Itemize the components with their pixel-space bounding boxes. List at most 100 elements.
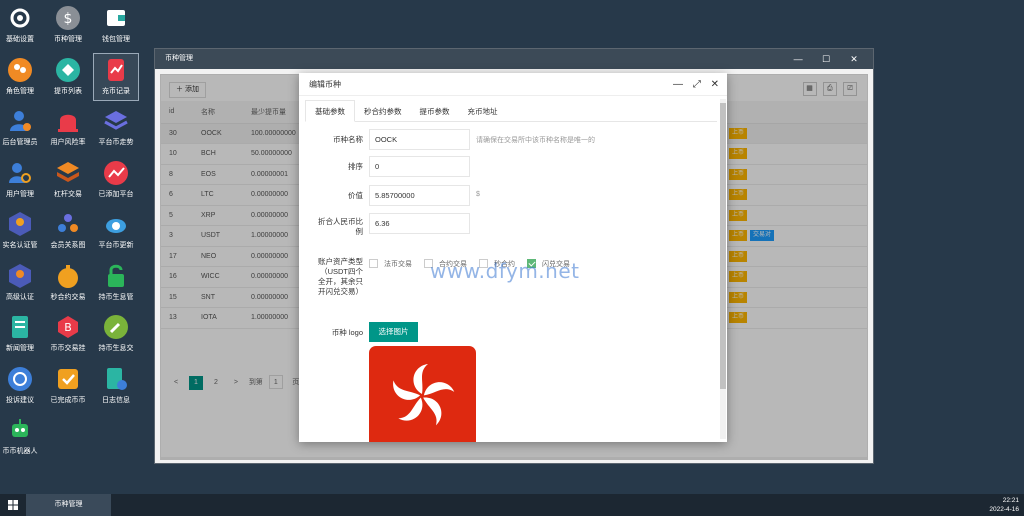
desktop-icon-label: 已添加平台 (98, 190, 134, 198)
taskbar-item-coin-management[interactable]: 币种管理 (26, 494, 111, 516)
clock-time: 22:21 (1002, 497, 1019, 504)
scrollbar-thumb[interactable] (720, 103, 726, 389)
tab-deposit-address[interactable]: 充币地址 (459, 101, 507, 123)
advanced-verify-icon (6, 262, 34, 290)
desktop-icon-log[interactable]: 日志信息 (94, 363, 138, 409)
stack-icon (54, 159, 82, 187)
windows-start-icon[interactable] (8, 500, 18, 510)
news-icon (6, 313, 34, 341)
checkbox-box (369, 259, 378, 268)
role-users-icon (6, 56, 34, 84)
desktop-icon-label: 杠杆交易 (54, 190, 82, 198)
desktop-icon-bitcoin[interactable]: B 币币交易挂 (46, 311, 90, 357)
desktop-icon-label: 平台币更新 (98, 242, 134, 249)
desktop-icon-advanced-verify[interactable]: 高级认证 (0, 260, 42, 306)
desktop-icon-label: 会员关系图 (50, 242, 86, 249)
dialog-minimize-icon[interactable]: — (673, 79, 683, 90)
price-input[interactable]: 5.85700000 (369, 185, 470, 206)
desktop-icon-layers[interactable]: 平台币走势 (94, 105, 138, 151)
robot-icon (6, 416, 34, 444)
layers-icon (102, 107, 130, 135)
desktop-icon-check-box[interactable]: 已完成币币 (46, 363, 90, 409)
desktop-icon-label: 持币生息管 (98, 293, 134, 301)
desktop-icon-label: 用户风险率 (50, 139, 86, 146)
logo-label: 币种 logo (331, 328, 363, 337)
coin-logo-image (369, 346, 476, 442)
coin-name-input[interactable]: OOCK (369, 129, 470, 150)
desktop-icon-alarm[interactable]: 用户风险率 (46, 105, 90, 151)
desktop-icon-admin-user[interactable]: 后台管理员 (0, 105, 42, 151)
desktop-icon-label: 实名认证管 (2, 242, 38, 249)
edit-coin-dialog: 编辑币种 — ⤢ ✕ 基础参数 秒合约参数 提币参数 充币地址 币种名称 OOCK 请… (299, 73, 727, 442)
user-search-icon (6, 159, 34, 187)
admin-user-icon (6, 107, 34, 135)
desktop-icon-stopwatch[interactable]: 秒合约交易 (46, 260, 90, 306)
dialog-close-icon[interactable]: ✕ (711, 79, 719, 90)
desktop-icon-label: 平台币走势 (98, 139, 134, 146)
desktop-icon-label: 币种管理 (54, 36, 82, 43)
desktop-icon-feedback[interactable]: 投诉建议 (0, 363, 42, 409)
choose-image-button[interactable]: 选择图片 (369, 322, 418, 342)
desktop-icon-label: 币币交易挂 (50, 345, 86, 352)
gear-icon (6, 4, 34, 32)
desktop-icon-label: 角色管理 (6, 87, 34, 95)
desktop-icon-user-search[interactable]: 用户管理 (0, 157, 42, 203)
taskbar-clock: 22:21 2022-4-16 (989, 496, 1019, 514)
desktop-icon-label: 投诉建议 (6, 396, 34, 404)
desktop-icon-dollar-coin[interactable]: $ 币种管理 (46, 2, 90, 48)
desktop-icon-hammer[interactable]: 持币生息交 (94, 311, 138, 357)
dollar-coin-icon: $ (54, 4, 82, 32)
window-titlebar[interactable]: 币种管理 — ☐ ✕ (155, 49, 873, 69)
sort-input[interactable]: 0 (369, 156, 470, 177)
desktop-icon-robot[interactable]: 币币机器人 (0, 414, 42, 460)
desktop-icon-label: 高级认证 (6, 293, 34, 301)
checkbox-fiat-trade[interactable]: 法币交易 (369, 259, 412, 269)
desktop-icon-stack[interactable]: 杠杆交易 (46, 157, 90, 203)
bauhinia-flower-icon (393, 364, 455, 426)
window-title: 币种管理 (165, 55, 193, 62)
dialog-scrollbar[interactable] (720, 99, 726, 439)
desktop-icon-news[interactable]: 新闻管理 (0, 311, 42, 357)
deposit-record-icon (102, 56, 130, 84)
coin-name-hint: 请确保在交易所中该币种名称是唯一的 (476, 137, 595, 144)
desktop-icon-lock[interactable]: 持币生息管 (94, 260, 138, 306)
clock-date: 2022-4-16 (989, 506, 1019, 513)
trend-icon (102, 159, 130, 187)
cny-ratio-input[interactable]: 6.36 (369, 213, 470, 234)
svg-text:B: B (64, 321, 72, 334)
tab-basic-params[interactable]: 基础参数 (305, 100, 355, 122)
stopwatch-icon (54, 262, 82, 290)
desktop-icon-label: 已完成币币 (50, 396, 86, 404)
desktop-icon-withdraw-list[interactable]: 提币列表 (46, 54, 90, 100)
desktop-icon-label: 用户管理 (6, 190, 34, 198)
tab-withdraw-params[interactable]: 提币参数 (411, 101, 459, 123)
check-box-icon (54, 365, 82, 393)
dialog-maximize-icon[interactable]: ⤢ (693, 79, 701, 90)
desktop-icon-wallet[interactable]: 钱包管理 (94, 2, 138, 48)
dialog-titlebar[interactable]: 编辑币种 — ⤢ ✕ (299, 73, 727, 96)
sort-label: 排序 (348, 162, 363, 171)
tab-second-contract-params[interactable]: 秒合约参数 (355, 101, 411, 123)
dialog-tabs: 基础参数 秒合约参数 提币参数 充币地址 (305, 100, 717, 122)
desktop-icon-label: 新闻管理 (6, 345, 34, 352)
desktop-icon-trend[interactable]: 已添加平台 (94, 157, 138, 203)
desktop-icon-role-users[interactable]: 角色管理 (0, 54, 42, 100)
log-icon (102, 365, 130, 393)
desktop-icon-deposit-record[interactable]: 充币记录 (93, 52, 139, 101)
hammer-icon (102, 313, 130, 341)
close-window-button[interactable]: ✕ (841, 49, 867, 69)
desktop-icon-id-verify[interactable]: 实名认证管 (0, 208, 42, 254)
checkbox-label: 法币交易 (384, 261, 412, 268)
maximize-button[interactable]: ☐ (813, 49, 839, 69)
desktop-icon-label: 充币记录 (102, 87, 130, 95)
desktop-icon-label: 币币机器人 (2, 448, 38, 455)
desktop-icon-cloud-sync[interactable]: 平台币更新 (94, 208, 138, 254)
taskbar: 币种管理 22:21 2022-4-16 (0, 494, 1024, 516)
desktop-icon-network[interactable]: 会员关系图 (46, 208, 90, 254)
desktop-icon-label: 钱包管理 (102, 36, 130, 43)
price-unit: $ (476, 191, 480, 198)
desktop-icon-gear[interactable]: 基础设置 (0, 2, 42, 48)
minimize-button[interactable]: — (785, 49, 811, 69)
lock-icon (102, 262, 130, 290)
desktop-icon-label: 后台管理员 (2, 139, 38, 146)
